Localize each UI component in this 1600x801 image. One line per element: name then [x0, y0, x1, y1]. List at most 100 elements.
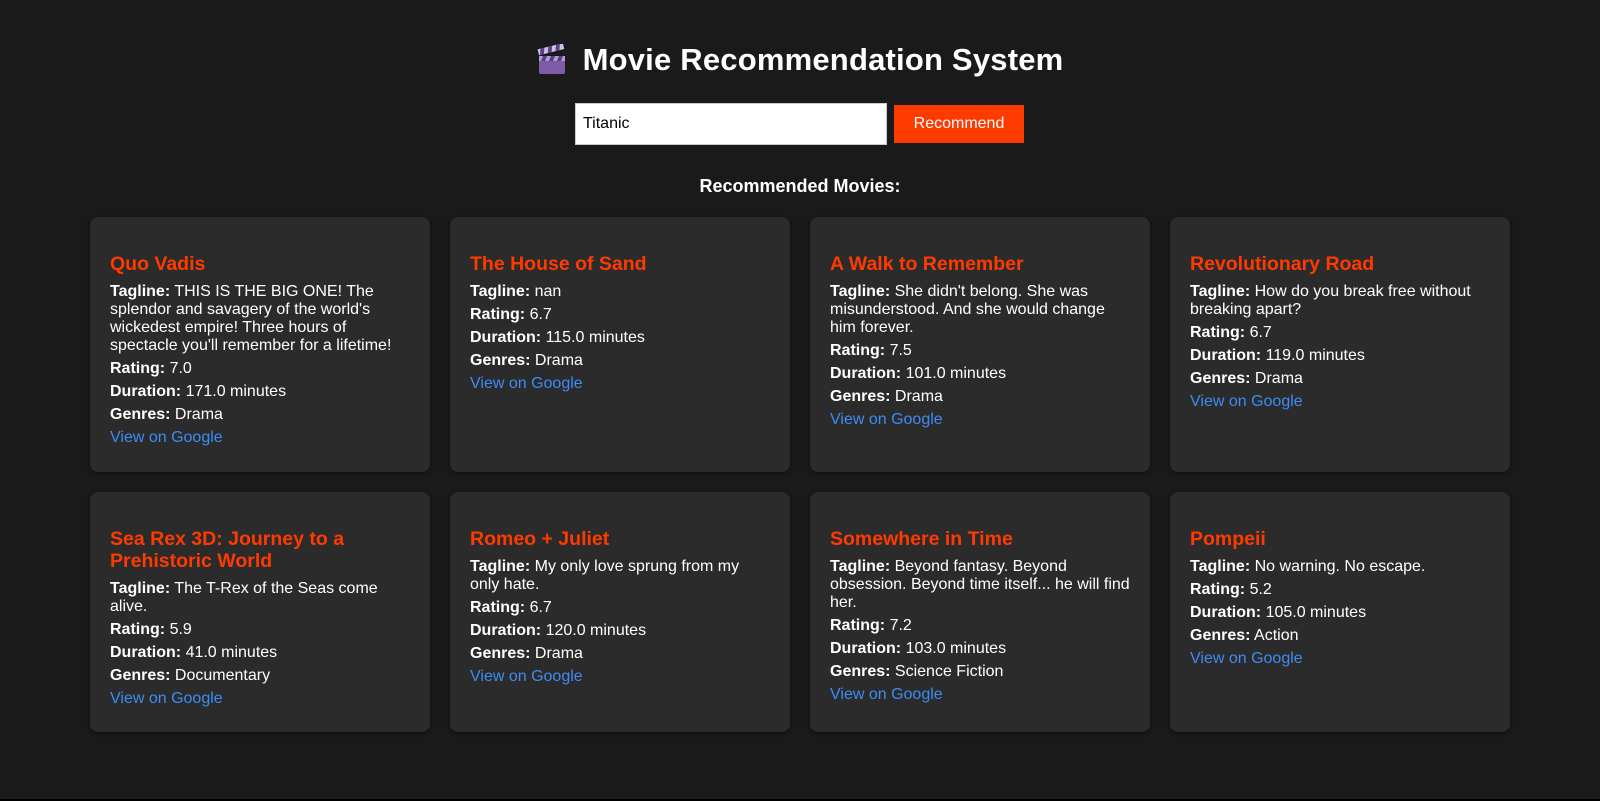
- tagline-value: No warning. No escape.: [1254, 558, 1426, 575]
- movie-card: A Walk to Remember Tagline: She didn't b…: [810, 217, 1150, 472]
- movie-genres: Genres: Drama: [110, 406, 410, 424]
- recommend-button[interactable]: Recommend: [894, 105, 1024, 143]
- movie-title: The House of Sand: [470, 253, 647, 275]
- rating-value: 7.0: [169, 360, 192, 377]
- movie-duration: Duration: 103.0 minutes: [830, 640, 1130, 658]
- movie-search-input[interactable]: [575, 103, 887, 145]
- movie-grid: Quo Vadis Tagline: THIS IS THE BIG ONE! …: [90, 217, 1510, 732]
- movie-tagline: Tagline: Beyond fantasy. Beyond obsessio…: [830, 558, 1130, 612]
- movie-title: Somewhere in Time: [830, 528, 1013, 550]
- movie-genres: Genres: Science Fiction: [830, 663, 1130, 681]
- movie-duration: Duration: 119.0 minutes: [1190, 347, 1490, 365]
- genres-value: Drama: [1254, 370, 1303, 387]
- rating-value: 7.2: [889, 617, 912, 634]
- duration-value: 120.0 minutes: [545, 622, 647, 639]
- genres-label: Genres:: [110, 667, 171, 684]
- movie-card: Pompeii Tagline: No warning. No escape. …: [1170, 492, 1510, 732]
- genres-label: Genres:: [110, 406, 171, 423]
- movie-title: Romeo + Juliet: [470, 528, 610, 550]
- duration-label: Duration:: [1190, 604, 1262, 621]
- duration-value: 119.0 minutes: [1265, 347, 1365, 364]
- movie-genres: Genres: Drama: [470, 352, 770, 370]
- genres-value: Science Fiction: [894, 663, 1004, 680]
- duration-label: Duration:: [470, 622, 542, 639]
- view-on-google-link[interactable]: View on Google: [1190, 393, 1303, 411]
- tagline-label: Tagline:: [470, 283, 531, 300]
- clapperboard-icon: [537, 44, 567, 76]
- header: Movie Recommendation System: [0, 42, 1600, 78]
- movie-title: Quo Vadis: [110, 253, 206, 275]
- tagline-label: Tagline:: [110, 580, 171, 597]
- tagline-label: Tagline:: [470, 558, 531, 575]
- duration-value: 41.0 minutes: [185, 644, 278, 661]
- movie-duration: Duration: 101.0 minutes: [830, 365, 1130, 383]
- genres-label: Genres:: [830, 388, 891, 405]
- rating-value: 5.2: [1249, 581, 1272, 598]
- movie-genres: Genres: Drama: [830, 388, 1130, 406]
- view-on-google-link[interactable]: View on Google: [470, 375, 583, 393]
- movie-title: A Walk to Remember: [830, 253, 1024, 275]
- movie-rating: Rating: 7.0: [110, 360, 410, 378]
- tagline-label: Tagline:: [110, 283, 171, 300]
- duration-label: Duration:: [830, 365, 902, 382]
- search-bar: Recommend: [0, 103, 1600, 145]
- genres-label: Genres:: [470, 645, 531, 662]
- movie-duration: Duration: 171.0 minutes: [110, 383, 410, 401]
- movie-card: The House of Sand Tagline: nan Rating: 6…: [450, 217, 790, 472]
- movie-card: Revolutionary Road Tagline: How do you b…: [1170, 217, 1510, 472]
- rating-value: 6.7: [1249, 324, 1272, 341]
- movie-duration: Duration: 41.0 minutes: [110, 644, 410, 662]
- genres-label: Genres:: [1190, 370, 1251, 387]
- movie-tagline: Tagline: How do you break free without b…: [1190, 283, 1490, 319]
- duration-value: 105.0 minutes: [1265, 604, 1367, 621]
- duration-label: Duration:: [1190, 347, 1262, 364]
- genres-label: Genres:: [470, 352, 531, 369]
- duration-label: Duration:: [110, 644, 182, 661]
- rating-label: Rating:: [1190, 581, 1246, 598]
- tagline-label: Tagline:: [830, 558, 891, 575]
- movie-tagline: Tagline: She didn't belong. She was misu…: [830, 283, 1130, 337]
- duration-value: 115.0 minutes: [545, 329, 645, 346]
- duration-value: 171.0 minutes: [185, 383, 287, 400]
- page-title: Movie Recommendation System: [582, 42, 1064, 77]
- tagline-value: nan: [534, 283, 562, 300]
- tagline-label: Tagline:: [1190, 558, 1251, 575]
- movie-rating: Rating: 6.7: [470, 599, 770, 617]
- movie-card: Sea Rex 3D: Journey to a Prehistoric Wor…: [90, 492, 430, 732]
- duration-label: Duration:: [470, 329, 542, 346]
- movie-genres: Genres: Documentary: [110, 667, 410, 685]
- view-on-google-link[interactable]: View on Google: [110, 429, 223, 447]
- view-on-google-link[interactable]: View on Google: [830, 686, 943, 704]
- duration-value: 103.0 minutes: [905, 640, 1007, 657]
- movie-title: Pompeii: [1190, 528, 1266, 550]
- movie-genres: Genres: Action: [1190, 627, 1490, 645]
- view-on-google-link[interactable]: View on Google: [830, 411, 943, 429]
- movie-rating: Rating: 7.2: [830, 617, 1130, 635]
- duration-label: Duration:: [830, 640, 902, 657]
- rating-value: 6.7: [529, 306, 552, 323]
- movie-card: Somewhere in Time Tagline: Beyond fantas…: [810, 492, 1150, 732]
- movie-rating: Rating: 5.2: [1190, 581, 1490, 599]
- movie-rating: Rating: 5.9: [110, 621, 410, 639]
- movie-duration: Duration: 120.0 minutes: [470, 622, 770, 640]
- duration-label: Duration:: [110, 383, 182, 400]
- view-on-google-link[interactable]: View on Google: [110, 690, 223, 708]
- genres-value: Documentary: [174, 667, 271, 684]
- movie-tagline: Tagline: My only love sprung from my onl…: [470, 558, 770, 594]
- genres-label: Genres:: [1190, 627, 1251, 644]
- tagline-label: Tagline:: [1190, 283, 1251, 300]
- view-on-google-link[interactable]: View on Google: [470, 668, 583, 686]
- view-on-google-link[interactable]: View on Google: [1190, 650, 1303, 668]
- genres-value: Drama: [534, 645, 583, 662]
- movie-card: Quo Vadis Tagline: THIS IS THE BIG ONE! …: [90, 217, 430, 472]
- rating-value: 5.9: [169, 621, 192, 638]
- movie-tagline: Tagline: No warning. No escape.: [1190, 558, 1490, 576]
- rating-label: Rating:: [110, 621, 166, 638]
- movie-genres: Genres: Drama: [470, 645, 770, 663]
- movie-rating: Rating: 6.7: [470, 306, 770, 324]
- results-heading: Recommended Movies:: [699, 176, 901, 196]
- genres-value: Drama: [894, 388, 943, 405]
- movie-title: Revolutionary Road: [1190, 253, 1375, 275]
- rating-label: Rating:: [110, 360, 166, 377]
- rating-label: Rating:: [470, 306, 526, 323]
